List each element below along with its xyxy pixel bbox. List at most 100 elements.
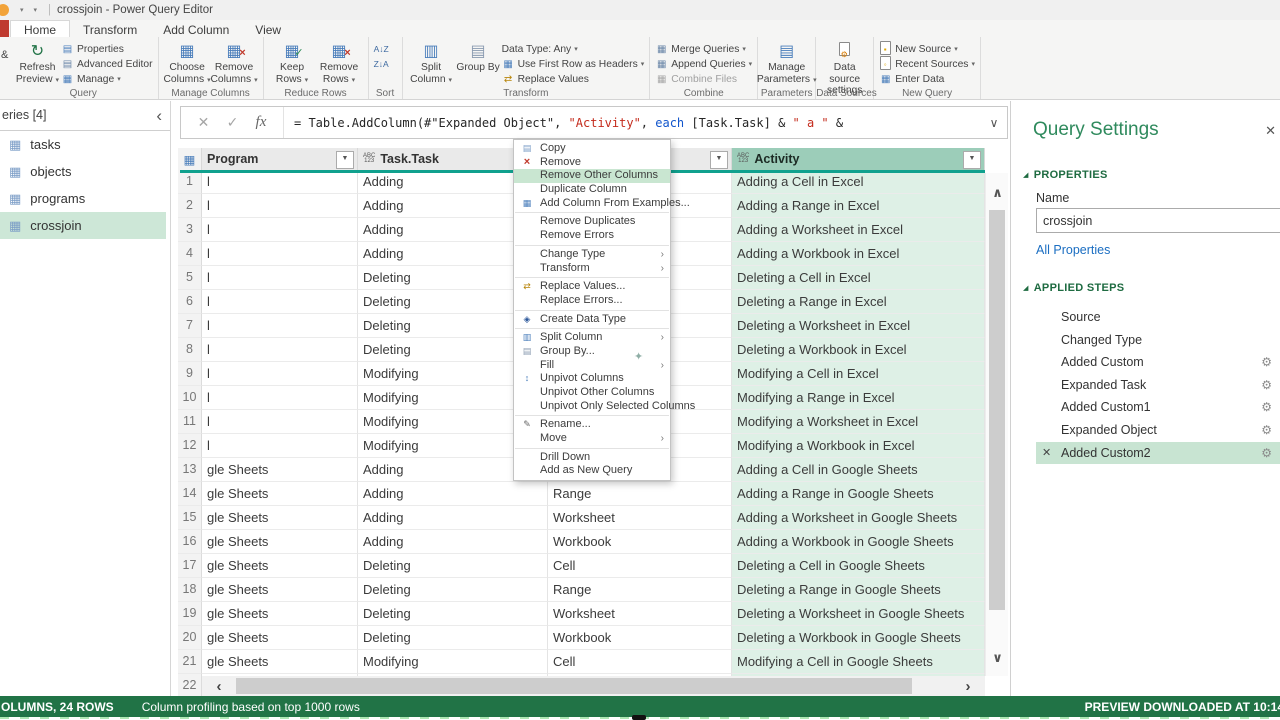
tab-view[interactable]: View — [242, 21, 294, 38]
cell-program[interactable]: gle Sheets — [202, 530, 358, 554]
row-number[interactable]: 4 — [178, 242, 202, 266]
cell-activity[interactable]: Adding a Range in Google Sheets — [732, 482, 985, 506]
menu-item-remove-duplicates[interactable]: Remove Duplicates — [514, 215, 670, 229]
applied-step-expanded-task[interactable]: Expanded Task⚙ — [1036, 374, 1280, 397]
applied-steps-section-header[interactable]: ◢APPLIED STEPS — [1023, 282, 1124, 294]
menu-item-unpivot-columns[interactable]: ↕Unpivot Columns — [514, 372, 670, 386]
row-number[interactable]: 16 — [178, 530, 202, 554]
menu-item-create-data-type[interactable]: ◈Create Data Type — [514, 313, 670, 327]
cell-task[interactable]: Deleting — [358, 602, 548, 626]
filter-caret-icon[interactable]: ▼ — [336, 151, 354, 169]
filter-caret-icon[interactable]: ▼ — [710, 151, 728, 169]
cell-program[interactable]: l — [202, 266, 358, 290]
tab-add-column[interactable]: Add Column — [150, 21, 242, 38]
applied-step-added-custom1[interactable]: Added Custom1⚙ — [1036, 396, 1280, 419]
button-append-queries[interactable]: ▦Append Queries▾ — [655, 58, 752, 71]
cell-activity[interactable]: Deleting a Range in Google Sheets — [732, 578, 985, 602]
applied-step-expanded-object[interactable]: Expanded Object⚙ — [1036, 419, 1280, 442]
properties-section-header[interactable]: ◢PROPERTIES — [1023, 169, 1108, 181]
cell-program[interactable]: l — [202, 194, 358, 218]
menu-item-fill[interactable]: Fill› — [514, 359, 670, 373]
cell-activity[interactable]: Modifying a Worksheet in Excel — [732, 410, 985, 434]
cell-object[interactable]: Workbook — [548, 530, 732, 554]
row-number[interactable]: 8 — [178, 338, 202, 362]
row-number[interactable]: 19 — [178, 602, 202, 626]
filter-caret-icon[interactable]: ▼ — [963, 151, 981, 169]
query-item-programs[interactable]: ▦programs — [0, 185, 170, 212]
button-sort-az-icon[interactable]: A↓Z — [374, 43, 397, 56]
cell-task[interactable]: Deleting — [358, 626, 548, 650]
vertical-scrollbar-thumb[interactable] — [989, 210, 1005, 610]
cell-activity[interactable]: Deleting a Workbook in Google Sheets — [732, 626, 985, 650]
row-number[interactable]: 18 — [178, 578, 202, 602]
cell-object[interactable]: Cell — [548, 650, 732, 674]
button-properties[interactable]: ▤Properties — [61, 43, 153, 56]
expand-formula-icon[interactable]: ∨ — [981, 116, 1007, 130]
button-enter-data[interactable]: ▦Enter Data — [879, 73, 975, 86]
cell-program[interactable]: l — [202, 338, 358, 362]
row-number[interactable]: 13 — [178, 458, 202, 482]
button-merge-queries[interactable]: ▦Merge Queries▾ — [655, 43, 752, 56]
cell-activity[interactable]: Deleting a Worksheet in Google Sheets — [732, 602, 985, 626]
column-header-program[interactable]: Program▼ — [202, 148, 358, 170]
formula-input[interactable]: = Table.AddColumn(#"Expanded Object", "A… — [284, 116, 981, 130]
button-group-by[interactable]: ▤Group By — [455, 39, 502, 74]
file-tab[interactable] — [0, 20, 9, 37]
menu-item-drill-down[interactable]: Drill Down — [514, 451, 670, 465]
cell-program[interactable]: l — [202, 386, 358, 410]
column-header-activity[interactable]: ABC123Activity▼ — [732, 148, 985, 170]
cell-program[interactable]: l — [202, 362, 358, 386]
menu-item-rename[interactable]: ✎Rename... — [514, 418, 670, 432]
row-number[interactable]: 15 — [178, 506, 202, 530]
menu-item-duplicate-column[interactable]: Duplicate Column — [514, 183, 670, 197]
button-manage-parameters[interactable]: ▤Manage Parameters▾ — [763, 39, 810, 86]
select-all-corner[interactable]: ▦ — [178, 148, 202, 170]
cell-task[interactable]: Deleting — [358, 554, 548, 578]
cell-task[interactable]: Adding — [358, 482, 548, 506]
button-split-column[interactable]: ▥Split Column▾ — [408, 39, 455, 86]
cell-program[interactable]: gle Sheets — [202, 578, 358, 602]
button-sort-za-icon[interactable]: Z↓A — [374, 58, 397, 71]
vertical-scrollbar[interactable]: ∧ ∨ — [985, 173, 1008, 676]
row-number[interactable]: 1 — [178, 170, 202, 194]
cell-object[interactable]: Worksheet — [548, 506, 732, 530]
row-number[interactable]: 11 — [178, 410, 202, 434]
cell-activity[interactable]: Deleting a Cell in Google Sheets — [732, 554, 985, 578]
cell-program[interactable]: l — [202, 242, 358, 266]
row-number[interactable]: 6 — [178, 290, 202, 314]
row-number[interactable]: 20 — [178, 626, 202, 650]
cell-program[interactable]: gle Sheets — [202, 458, 358, 482]
cell-object[interactable]: Workbook — [548, 626, 732, 650]
cell-activity[interactable]: Adding a Workbook in Excel — [732, 242, 985, 266]
menu-item-change-type[interactable]: Change Type› — [514, 248, 670, 262]
applied-step-changed-type[interactable]: Changed Type — [1036, 329, 1280, 352]
quick-access-caret-icon[interactable]: ▾ — [34, 6, 38, 14]
query-name-input[interactable] — [1036, 208, 1280, 233]
cell-program[interactable]: gle Sheets — [202, 602, 358, 626]
cell-activity[interactable]: Adding a Worksheet in Google Sheets — [732, 506, 985, 530]
row-number[interactable]: 12 — [178, 434, 202, 458]
menu-item-group-by[interactable]: ▤Group By... — [514, 345, 670, 359]
menu-item-split-column[interactable]: ▥Split Column› — [514, 331, 670, 345]
cell-activity[interactable]: Adding a Workbook in Google Sheets — [732, 530, 985, 554]
menu-item-replace-errors[interactable]: Replace Errors... — [514, 294, 670, 308]
cell-object[interactable]: Range — [548, 482, 732, 506]
cell-program[interactable]: gle Sheets — [202, 554, 358, 578]
button-new-source[interactable]: ▪New Source▾ — [879, 43, 975, 56]
menu-item-replace-values[interactable]: ⇄Replace Values... — [514, 280, 670, 294]
menu-item-transform[interactable]: Transform› — [514, 262, 670, 276]
cell-program[interactable]: l — [202, 218, 358, 242]
collapse-pane-icon[interactable]: ‹ — [156, 101, 162, 130]
cell-activity[interactable]: Modifying a Workbook in Excel — [732, 434, 985, 458]
cell-object[interactable]: Range — [548, 578, 732, 602]
tab-transform[interactable]: Transform — [70, 21, 150, 38]
cell-program[interactable]: l — [202, 170, 358, 194]
button-use-first-row-as-headers[interactable]: ▦Use First Row as Headers▾ — [502, 58, 645, 71]
menu-item-copy[interactable]: ▤Copy — [514, 142, 670, 156]
horizontal-scrollbar[interactable]: ‹ › — [202, 676, 985, 696]
button-data-type-any[interactable]: Data Type: Any▾ — [502, 43, 645, 56]
cell-activity[interactable]: Adding a Cell in Google Sheets — [732, 458, 985, 482]
step-settings-gear-icon[interactable]: ⚙ — [1261, 442, 1272, 465]
cell-program[interactable]: l — [202, 434, 358, 458]
row-number[interactable]: 10 — [178, 386, 202, 410]
